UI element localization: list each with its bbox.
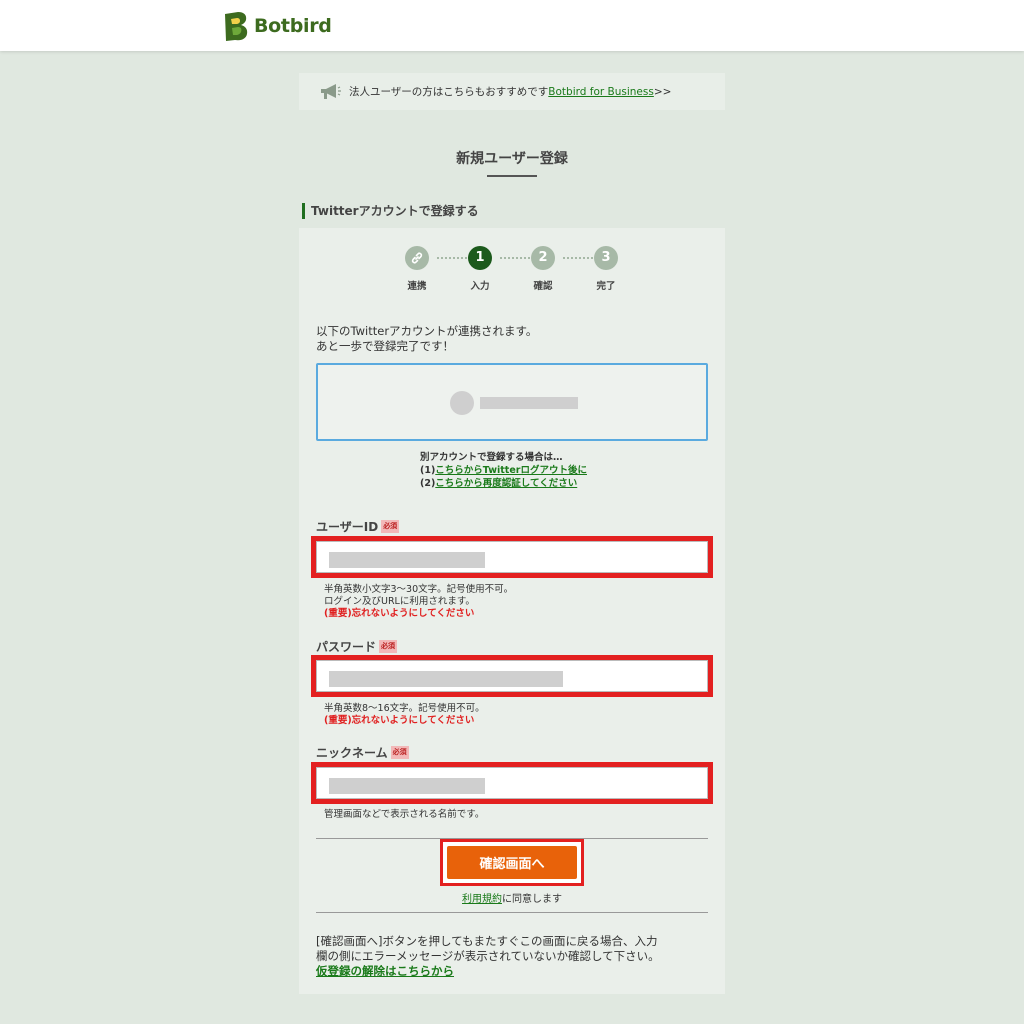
twitter-logout-link[interactable]: こちらからTwitterログアウト後に [435, 465, 587, 476]
terms-suffix: に同意します [502, 894, 562, 905]
terms-link[interactable]: 利用規約 [462, 894, 502, 905]
masked-value [329, 552, 485, 568]
progress-steps: 連携 1 入力 2 確認 3 完了 [403, 246, 623, 294]
botbird-logo-icon [225, 12, 248, 41]
masked-value [329, 671, 563, 687]
nickname-label: ニックネーム 必須 [316, 744, 409, 761]
alt-step-prefix: (1) [420, 465, 436, 476]
hint-warning: (重要)忘れないようにしてください [324, 715, 475, 726]
step-circle: 3 [594, 246, 618, 270]
notice-text: 法人ユーザーの方はこちらもおすすめです [349, 86, 549, 98]
password-label: パスワード 必須 [316, 638, 398, 655]
step-input: 1 入力 [460, 246, 500, 292]
step-circle-active: 1 [468, 246, 492, 270]
footer-line: [確認画面へ]ボタンを押してもまたすぐこの画面に戻る場合、入力 [316, 934, 658, 948]
title-underline [487, 175, 537, 177]
password-label-text: パスワード [316, 640, 377, 654]
step-link: 連携 [397, 246, 437, 292]
footer-line: 欄の側にエラーメッセージが表示されていないか確認して下さい。 [316, 949, 660, 963]
business-link[interactable]: Botbird for Business [548, 86, 654, 98]
user-id-label: ユーザーID 必須 [316, 518, 400, 535]
step-confirm: 2 確認 [523, 246, 563, 292]
megaphone-icon [321, 83, 341, 99]
step-label: 確認 [533, 281, 553, 292]
alt-account-note: 別アカウントで登録する場合は… (1)こちらからTwitterログアウト後に (… [420, 451, 587, 490]
nickname-label-text: ニックネーム [316, 746, 388, 760]
terms-agreement: 利用規約に同意します [299, 890, 725, 905]
user-id-hint: 半角英数小文字3〜30文字。記号使用不可。 ログイン及びURLに利用されます。 … [324, 584, 513, 620]
account-name-masked [480, 397, 578, 409]
hint-warning: (重要)忘れないようにしてください [324, 608, 475, 619]
required-badge: 必須 [379, 640, 398, 653]
notice-suffix: >> [653, 85, 672, 98]
hint-line: 管理画面などで表示される名前です。 [324, 809, 485, 820]
hint-line: 半角英数小文字3〜30文字。記号使用不可。 [324, 584, 514, 595]
intro-line: あと一歩で登録完了です！ [316, 339, 454, 353]
alt-step-prefix: (2) [420, 478, 436, 489]
masked-value [329, 778, 485, 794]
cancel-registration-link[interactable]: 仮登録の解除はこちらから [316, 964, 454, 978]
twitter-account-box [316, 363, 708, 441]
hint-line: ログイン及びURLに利用されます。 [324, 596, 475, 607]
submit-highlight: 確認画面へ [440, 839, 584, 886]
step-label: 連携 [407, 281, 427, 292]
confirm-button[interactable]: 確認画面へ [447, 846, 577, 879]
nickname-hint: 管理画面などで表示される名前です。 [324, 809, 484, 821]
hint-line: 半角英数8〜16文字。記号使用不可。 [324, 703, 485, 714]
avatar [450, 391, 474, 415]
user-id-highlight [311, 536, 713, 578]
nickname-highlight [311, 762, 713, 804]
link-icon [411, 252, 423, 264]
step-complete: 3 完了 [586, 246, 626, 292]
nickname-input[interactable] [316, 767, 708, 799]
business-notice: 法人ユーザーの方はこちらもおすすめです Botbird for Business >… [299, 73, 725, 110]
step-label: 入力 [470, 281, 490, 292]
password-highlight [311, 655, 713, 697]
intro-text: 以下のTwitterアカウントが連携されます。 あと一歩で登録完了です！ [316, 324, 537, 354]
user-id-input[interactable] [316, 541, 708, 573]
page-title: 新規ユーザー登録 [456, 151, 568, 167]
step-circle [405, 246, 429, 270]
password-input[interactable] [316, 660, 708, 692]
password-hint: 半角英数8〜16文字。記号使用不可。 (重要)忘れないようにしてください [324, 703, 485, 727]
alt-account-heading: 別アカウントで登録する場合は… [420, 452, 563, 463]
footer-note: [確認画面へ]ボタンを押してもまたすぐこの画面に戻る場合、入力 欄の側にエラーメ… [316, 934, 712, 979]
divider [316, 912, 708, 913]
step-circle: 2 [531, 246, 555, 270]
required-badge: 必須 [381, 520, 400, 533]
required-badge: 必須 [390, 746, 409, 759]
botbird-logo[interactable]: Botbird [222, 10, 332, 42]
section-heading: Twitterアカウントで登録する [302, 203, 479, 219]
registration-card: 連携 1 入力 2 確認 3 完了 以下のTwitterアカウントが連携されます… [299, 228, 725, 994]
user-id-label-text: ユーザーID [316, 520, 379, 534]
step-label: 完了 [596, 281, 616, 292]
site-header: Botbird [0, 0, 1024, 51]
reauth-link[interactable]: こちらから再度認証してください [435, 478, 577, 489]
brand-name: Botbird [254, 15, 332, 37]
intro-line: 以下のTwitterアカウントが連携されます。 [316, 324, 538, 338]
